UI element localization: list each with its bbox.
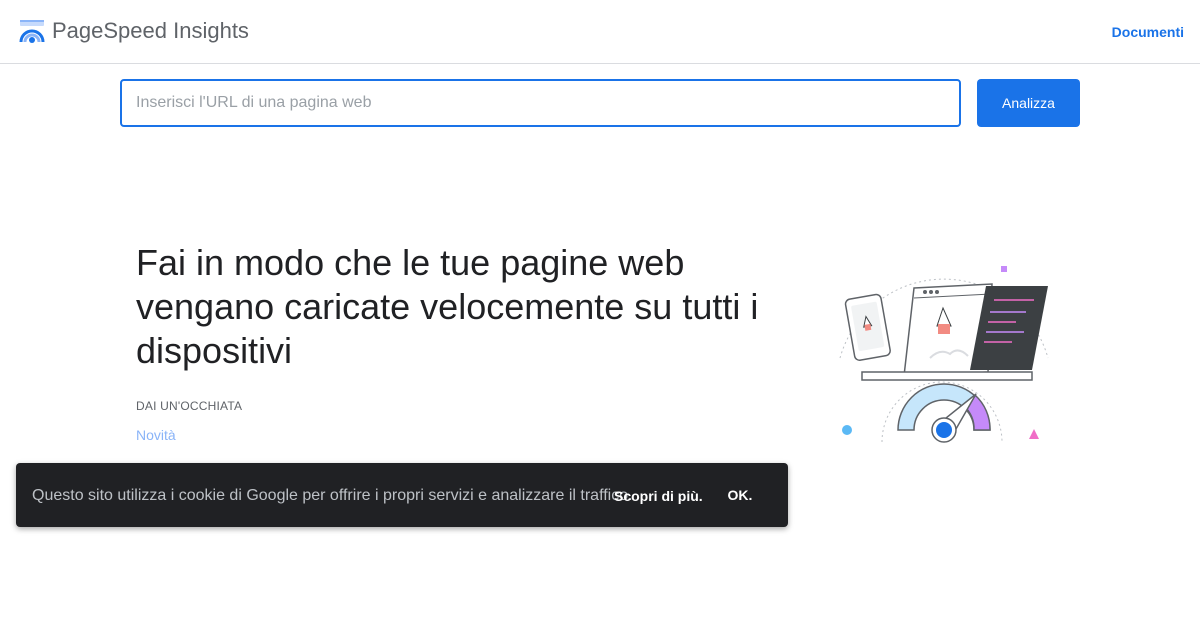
speed-devices-illustration	[839, 266, 1049, 443]
eyebrow-label: DAI UN'OCCHIATA	[136, 399, 243, 413]
hero-title: Fai in modo che le tue pagine web vengan…	[136, 242, 759, 371]
url-input[interactable]	[120, 79, 961, 127]
documents-link[interactable]: Documenti	[1112, 23, 1184, 41]
cookie-banner: Questo sito utilizza i cookie di Google …	[16, 463, 788, 527]
cookie-ok-button[interactable]: OK.	[716, 479, 764, 511]
app-title[interactable]: PageSpeed Insights	[52, 18, 249, 44]
app-header: PageSpeed Insights Documenti	[0, 0, 1200, 64]
news-link[interactable]: Novità	[136, 427, 176, 443]
cookie-notice-text: Questo sito utilizza i cookie di Google …	[32, 487, 633, 504]
pagespeed-logo-icon[interactable]	[19, 18, 45, 44]
learn-more-link[interactable]: Scopri di più.	[614, 487, 703, 505]
analyze-button[interactable]: Analizza	[977, 79, 1080, 127]
